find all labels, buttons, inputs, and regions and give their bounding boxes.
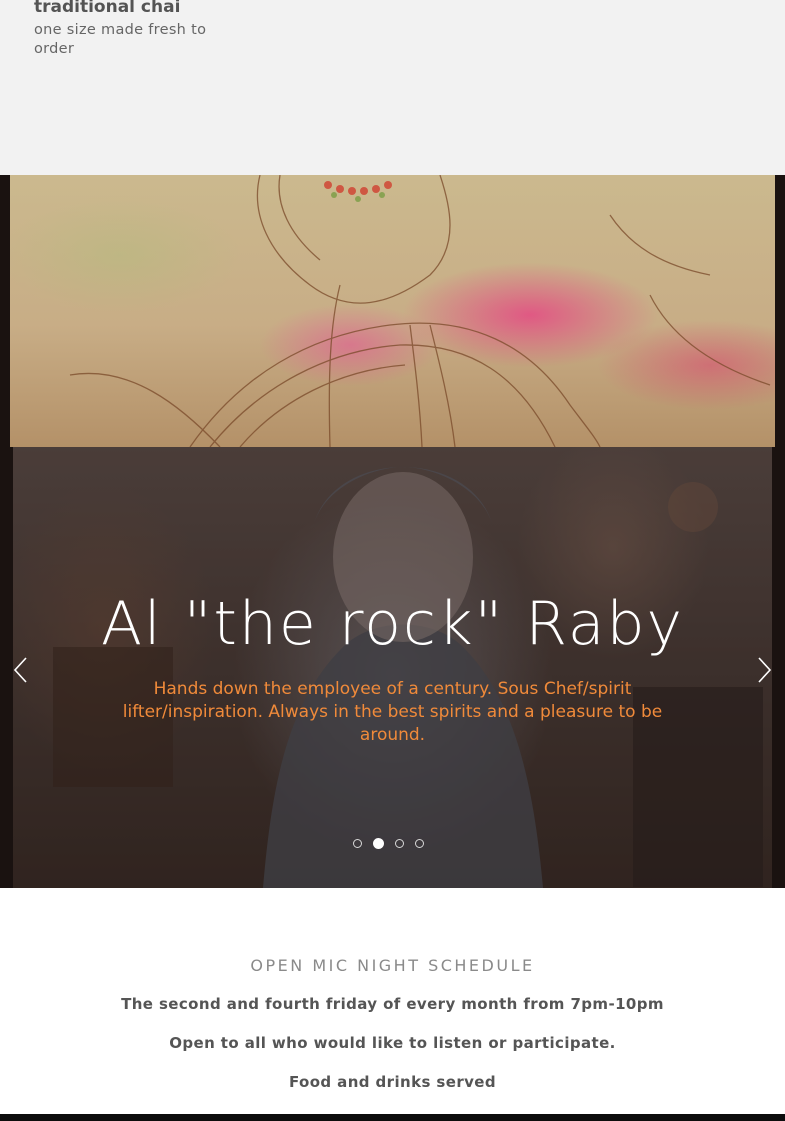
slider-pagination bbox=[353, 838, 424, 851]
schedule-heading: OPEN MIC NIGHT SCHEDULE bbox=[250, 956, 535, 975]
slider-dot-3[interactable] bbox=[395, 839, 404, 848]
painting-image bbox=[10, 175, 775, 447]
photo-overlay bbox=[13, 447, 772, 888]
slide-caption: Hands down the employee of a century. So… bbox=[122, 679, 663, 745]
schedule-line-3: Food and drinks served bbox=[288, 1073, 497, 1091]
schedule-line-1: The second and fourth friday of every mo… bbox=[121, 995, 664, 1013]
menu-item: traditional chai one size made fresh to … bbox=[34, 0, 234, 59]
image-slider: Al "the rock" Raby Hands down the employ… bbox=[0, 175, 785, 888]
slider-next-button[interactable] bbox=[753, 655, 775, 685]
slider-dot-1[interactable] bbox=[353, 839, 362, 848]
slider-dot-2[interactable] bbox=[373, 838, 384, 849]
slide-title: Al "the rock" Raby bbox=[100, 589, 685, 659]
chevron-left-icon bbox=[10, 655, 32, 685]
menu-section: traditional chai one size made fresh to … bbox=[0, 0, 785, 175]
open-mic-schedule-section: OPEN MIC NIGHT SCHEDULE The second and f… bbox=[0, 888, 785, 1114]
menu-item-description: one size made fresh to order bbox=[34, 22, 207, 57]
chevron-right-icon bbox=[753, 655, 775, 685]
slider-prev-button[interactable] bbox=[10, 655, 32, 685]
menu-item-name: traditional chai bbox=[34, 0, 181, 17]
slider-dot-4[interactable] bbox=[415, 839, 424, 848]
footer-bar bbox=[0, 1114, 785, 1121]
schedule-line-2: Open to all who would like to listen or … bbox=[169, 1034, 616, 1052]
